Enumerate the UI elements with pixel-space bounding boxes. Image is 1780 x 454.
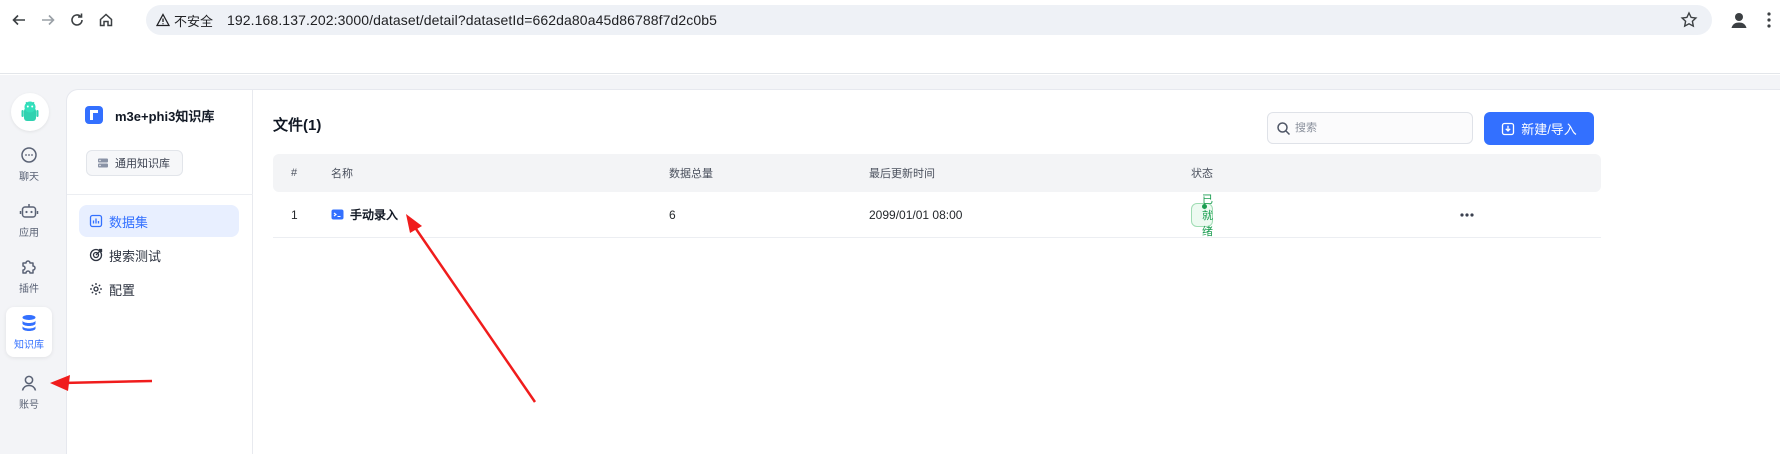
dataset-avatar-icon [85,106,103,124]
server-icon [98,158,108,168]
reload-button[interactable] [66,9,88,31]
rail-item-label: 知识库 [14,340,44,351]
bar-chart-icon [89,214,103,228]
arrow-right-icon [42,14,55,26]
security-indicator[interactable]: 不安全 [156,11,213,30]
back-button[interactable] [8,9,30,31]
row-more-button[interactable] [1456,204,1478,226]
chat-icon [21,147,37,163]
rail-item-chat[interactable]: 聊天 [6,139,52,189]
more-horizontal-icon [1460,213,1474,217]
row-name[interactable]: 手动录入 [331,192,398,237]
target-icon [89,248,103,262]
profile-icon[interactable] [1728,9,1750,31]
status-label: 已就绪 [1202,194,1213,238]
row-count: 6 [669,207,676,222]
column-header-index: # [291,167,298,179]
database-icon [22,315,36,331]
home-icon [99,13,113,27]
app-shell: 聊天 应用 插件 知识库 账号 m3e+phi3知识库 通用知识库 数据集 搜索… [0,75,1780,454]
rail-item-label: 账号 [19,400,39,411]
forward-button[interactable] [37,9,59,31]
browser-menu-icon[interactable] [1764,9,1774,31]
reload-icon [71,13,83,26]
user-icon [21,375,37,391]
home-button[interactable] [95,9,117,31]
column-header-status: 状态 [1191,168,1213,180]
search-input[interactable] [1295,122,1465,134]
robot-icon [19,204,39,218]
rail-item-label: 插件 [19,284,39,295]
row-updated: 2099/01/01 08:00 [869,207,963,222]
gear-icon [90,283,102,295]
side-menu-config[interactable]: 配置 [79,273,239,305]
search-icon [1277,121,1291,135]
side-menu-search-test[interactable]: 搜索测试 [79,239,239,271]
dataset-type-label: 通用知识库 [115,158,170,170]
column-header-updated: 最后更新时间 [869,168,935,180]
side-menu-datasets[interactable]: 数据集 [79,205,239,237]
files-content: 文件(1) 新建/导入 # 名称 数据总量 最后更新时间 状态 1 [253,90,1780,454]
new-import-label: 新建/导入 [1521,122,1577,137]
bookmark-star-icon[interactable] [1680,11,1698,29]
rail-item-label: 应用 [19,228,39,239]
nav-rail: 聊天 应用 插件 知识库 账号 [0,75,62,454]
column-header-name: 名称 [331,168,353,180]
url-text[interactable]: 192.168.137.202:3000/dataset/detail?data… [227,12,717,28]
rail-item-knowledge-base[interactable]: 知识库 [6,307,52,357]
warning-icon [156,13,170,27]
side-menu-label: 搜索测试 [109,248,162,264]
files-table: # 名称 数据总量 最后更新时间 状态 1 手动录入 6 2099/01/01 … [273,154,1601,238]
dataset-sidebar: m3e+phi3知识库 通用知识库 数据集 搜索测试 配置 [67,90,253,454]
dataset-name: m3e+phi3知识库 [115,108,215,124]
security-label: 不安全 [174,13,214,29]
table-header: # 名称 数据总量 最后更新时间 状态 [273,154,1601,192]
files-title: 文件(1) [273,117,322,134]
manual-entry-icon [331,209,344,220]
search-box[interactable] [1267,112,1473,144]
address-bar[interactable]: 不安全 192.168.137.202:3000/dataset/detail?… [146,5,1712,35]
new-import-button[interactable]: 新建/导入 [1484,112,1594,145]
rail-item-label: 聊天 [19,172,39,183]
dataset-header: m3e+phi3知识库 [83,104,214,126]
status-badge: 已就绪 [1191,194,1213,238]
table-row[interactable]: 1 手动录入 6 2099/01/01 08:00 已就绪 [273,192,1601,238]
app-logo[interactable] [11,93,49,131]
side-menu-label: 数据集 [109,214,149,230]
import-icon [1502,122,1515,135]
row-name-text: 手动录入 [350,208,399,222]
side-menu-label: 配置 [109,282,136,298]
divider [67,194,253,195]
column-header-count: 数据总量 [669,168,713,180]
arrow-left-icon [12,14,25,26]
puzzle-icon [22,260,36,274]
dataset-detail-panel: m3e+phi3知识库 通用知识库 数据集 搜索测试 配置 文件(1) 搜索 新… [66,89,1780,454]
rail-item-plugins[interactable]: 插件 [6,251,52,301]
dataset-type-badge: 通用知识库 [86,150,183,176]
browser-toolbar: 不安全 192.168.137.202:3000/dataset/detail?… [0,0,1780,74]
android-logo-icon [21,101,39,121]
row-index: 1 [291,207,298,222]
rail-item-apps[interactable]: 应用 [6,195,52,245]
rail-item-account[interactable]: 账号 [6,367,52,417]
